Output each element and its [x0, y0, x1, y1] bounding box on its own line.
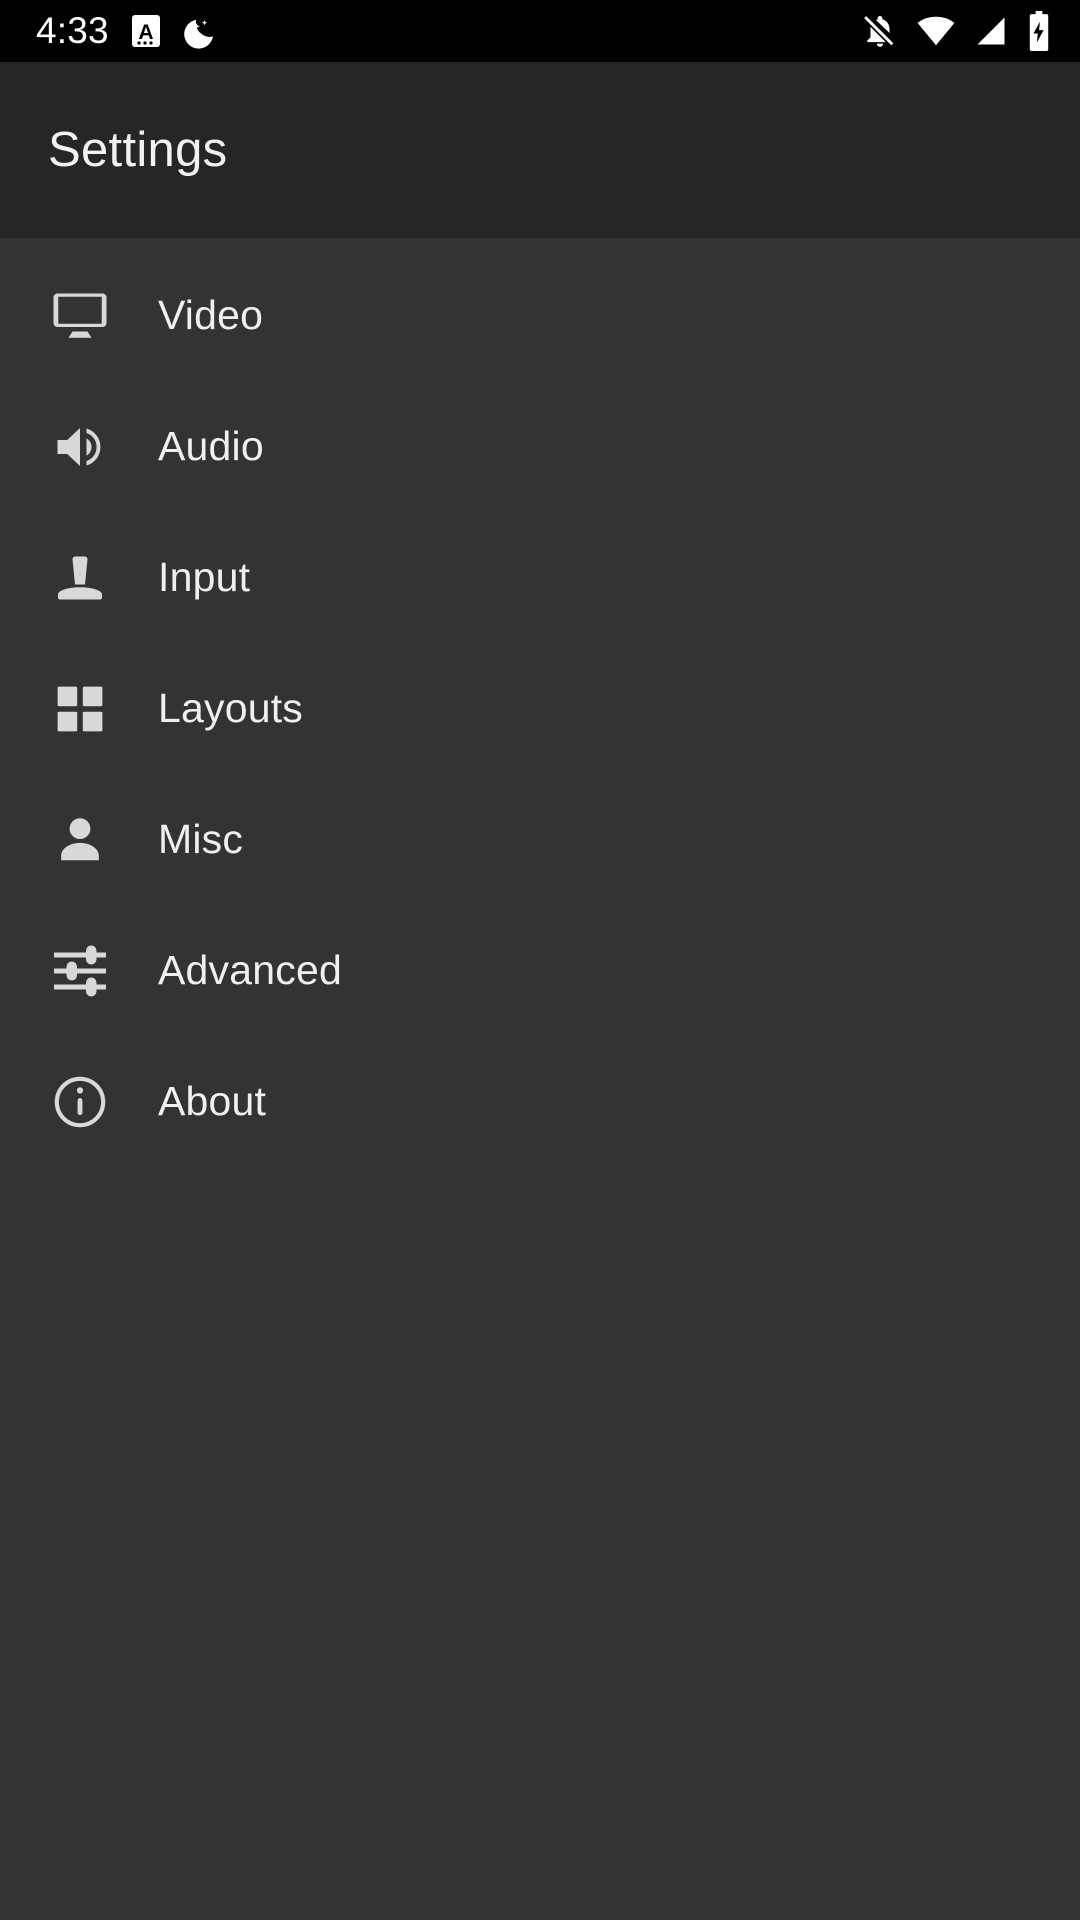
menu-item-label: Input: [158, 554, 251, 600]
bedtime-moon-icon: [183, 12, 221, 50]
svg-text:A: A: [138, 21, 153, 44]
sliders-tune-icon: [48, 939, 112, 1003]
menu-item-video[interactable]: Video: [0, 250, 1080, 381]
menu-item-misc[interactable]: Misc: [0, 774, 1080, 905]
settings-menu-list: Video Audio Input Layouts Misc Advanced …: [0, 238, 1080, 1920]
battery-charging-icon: [1026, 11, 1052, 51]
wifi-icon: [916, 12, 956, 50]
menu-item-layouts[interactable]: Layouts: [0, 643, 1080, 774]
app-bar: Settings: [0, 62, 1080, 238]
status-bar-right: [861, 11, 1058, 51]
menu-item-label: Advanced: [158, 947, 342, 993]
settings-screen: 4:33 A Settings Video Audio Input Layout…: [0, 0, 1080, 1920]
menu-item-label: Misc: [158, 816, 244, 862]
monitor-icon: [48, 284, 112, 348]
page-title: Settings: [48, 122, 228, 177]
menu-item-label: Audio: [158, 423, 264, 469]
status-clock: 4:33: [36, 9, 109, 51]
joystick-icon: [48, 546, 112, 610]
cellular-signal-icon: [973, 12, 1009, 50]
notifications-off-icon: [861, 12, 899, 50]
menu-item-about[interactable]: About: [0, 1036, 1080, 1167]
menu-item-label: Video: [158, 292, 264, 338]
status-bar-left: 4:33 A: [36, 12, 221, 51]
notification-badge-a-icon: A: [131, 14, 161, 48]
info-circle-icon: [48, 1070, 112, 1134]
speaker-volume-icon: [48, 415, 112, 479]
status-bar: 4:33 A: [0, 0, 1080, 62]
person-icon: [48, 808, 112, 872]
menu-item-label: Layouts: [158, 685, 304, 731]
menu-item-label: About: [158, 1078, 267, 1124]
grid-squares-icon: [48, 677, 112, 741]
menu-item-advanced[interactable]: Advanced: [0, 905, 1080, 1036]
menu-item-input[interactable]: Input: [0, 512, 1080, 643]
menu-item-audio[interactable]: Audio: [0, 381, 1080, 512]
